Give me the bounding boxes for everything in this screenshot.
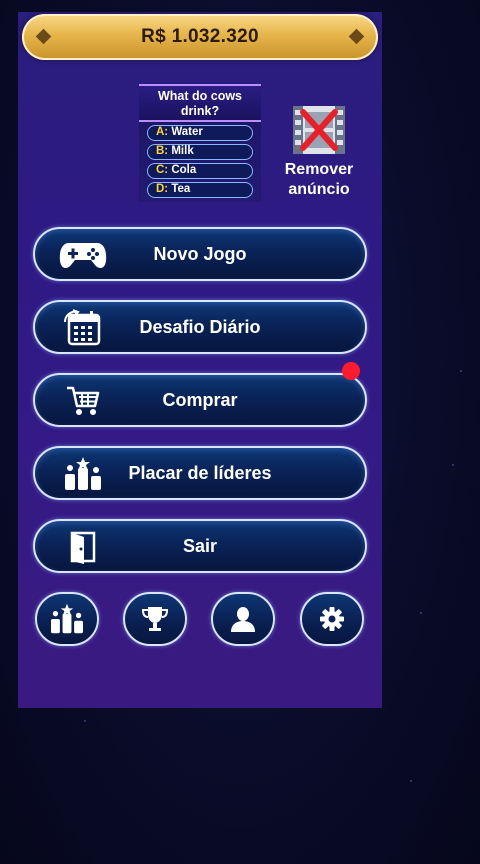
remove-ads-button[interactable]: Remover anúncio	[278, 104, 360, 204]
calendar-icon	[57, 309, 109, 346]
achievements-button[interactable]	[123, 592, 187, 646]
remove-ads-label: Remover anúncio	[284, 161, 354, 198]
quiz-option: B: Milk	[147, 144, 253, 160]
gamepad-icon	[57, 238, 109, 272]
quiz-logo: What do cows drink? A: Water B: Milk C: …	[139, 84, 261, 202]
notification-dot	[342, 362, 360, 380]
exit-door-icon	[57, 530, 109, 564]
podium-icon	[57, 457, 109, 491]
quiz-option: D: Tea	[147, 182, 253, 198]
leaderboard-button[interactable]: Placar de líderes	[33, 446, 367, 500]
quiz-option: C: Cola	[147, 163, 253, 179]
profile-button[interactable]	[211, 592, 275, 646]
diamond-icon	[348, 28, 365, 45]
profile-icon	[231, 607, 255, 632]
cart-icon	[57, 384, 109, 418]
balance-bar: R$ 1.032.320	[22, 14, 378, 60]
new-game-button[interactable]: Novo Jogo	[33, 227, 367, 281]
exit-button[interactable]: Sair	[33, 519, 367, 573]
shop-button[interactable]: Comprar	[33, 373, 367, 427]
trophy-icon	[141, 607, 169, 631]
no-video-ad-icon	[293, 106, 345, 154]
quiz-option: A: Water	[147, 125, 253, 141]
leaderboard-shortcut-button[interactable]	[35, 592, 99, 646]
daily-challenge-button[interactable]: Desafio Diário	[33, 300, 367, 354]
quiz-question: What do cows drink?	[139, 84, 261, 122]
diamond-icon	[35, 28, 52, 45]
gear-icon	[320, 607, 344, 631]
balance-amount: R$ 1.032.320	[141, 26, 259, 47]
settings-button[interactable]	[300, 592, 364, 646]
podium-icon	[51, 603, 83, 634]
